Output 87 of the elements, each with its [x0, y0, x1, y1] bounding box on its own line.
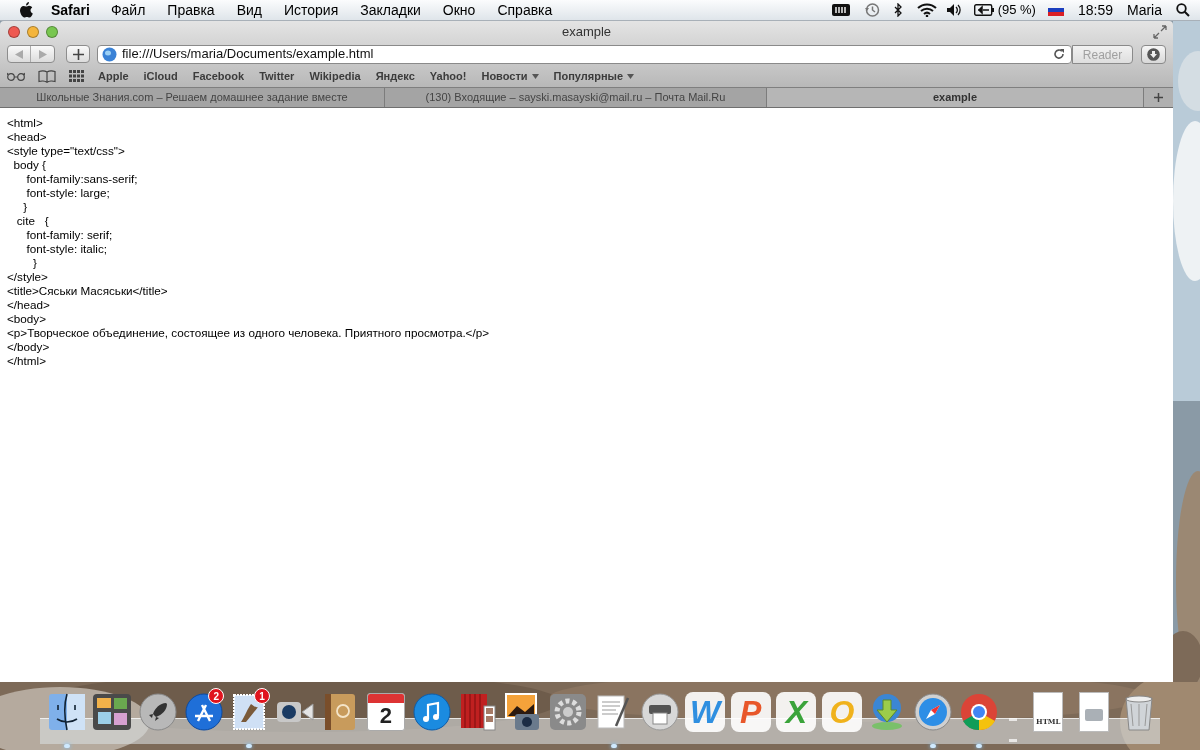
code-line: </html>: [7, 354, 46, 368]
zoom-button[interactable]: [46, 26, 58, 38]
calendar-header: [367, 694, 404, 703]
gear-icon[interactable]: [548, 692, 589, 732]
forward-arrow-icon: [38, 49, 47, 59]
back-arrow-icon: [15, 49, 23, 59]
bookmark-link[interactable]: Wikipedia: [309, 67, 361, 85]
window-grid-icon[interactable]: [92, 692, 133, 732]
wifi-icon[interactable]: [916, 3, 937, 17]
music-note-icon[interactable]: [411, 692, 452, 732]
code-line: font-style: large;: [25, 186, 110, 200]
file-icon[interactable]: [1078, 692, 1109, 732]
caret-icon: [627, 73, 635, 79]
code-line: body {: [12, 158, 46, 172]
window-title: example: [561, 23, 612, 42]
code-line: font-style: italic;: [25, 242, 108, 256]
code-line: </head>: [7, 298, 50, 312]
top-sites-grid-icon[interactable]: [69, 70, 84, 82]
app-letter-icon[interactable]: P: [730, 692, 771, 732]
search-icon[interactable]: [1176, 3, 1190, 17]
bookmarks-book-icon[interactable]: [38, 69, 56, 83]
menu-item[interactable]: Закладки: [360, 0, 421, 21]
code-line: cite {: [15, 214, 49, 228]
browser-wheel-icon[interactable]: [958, 692, 999, 732]
close-button[interactable]: [8, 26, 20, 38]
tab[interactable]: (130) Входящие – sayski.masayski@mail.ru – Почта Mail.Ru: [385, 88, 767, 107]
globe-icon: [102, 46, 117, 62]
menu-item[interactable]: Окно: [442, 0, 476, 21]
code-line: </style>: [7, 270, 48, 284]
menu-item[interactable]: Справка: [497, 0, 553, 21]
bluetooth-icon[interactable]: [893, 3, 903, 17]
code-line: }: [22, 200, 28, 214]
menu-item[interactable]: История: [283, 0, 339, 21]
plus-icon: [1154, 93, 1163, 102]
tab[interactable]: Школьные Знания.com – Решаем домашнее задание вместе: [0, 88, 385, 107]
reload-icon[interactable]: [1053, 48, 1065, 60]
bookmark-link[interactable]: Яндекс: [375, 67, 415, 85]
menu-item[interactable]: Вид: [236, 0, 262, 21]
code-line: }: [31, 256, 37, 270]
bookmark-folder[interactable]: Популярные: [553, 67, 635, 85]
code-line: </body>: [7, 340, 50, 354]
code-line: <html>: [7, 116, 43, 130]
bookmark-link[interactable]: iCloud: [143, 67, 178, 85]
app-store-icon[interactable]: [183, 692, 224, 732]
app-menu[interactable]: Safari: [51, 0, 90, 21]
new-tab-button[interactable]: [1143, 88, 1173, 107]
clock-icon[interactable]: [863, 2, 880, 18]
clock[interactable]: 18:59: [1077, 0, 1113, 21]
address-text: file:///Users/maria/Documents/example.html: [122, 45, 374, 64]
code-line: <style type="text/css">: [7, 144, 125, 158]
address-field[interactable]: file:///Users/maria/Documents/example.html: [97, 44, 1072, 64]
caret-icon: [531, 73, 539, 79]
calendar-icon[interactable]: 2: [366, 693, 405, 731]
code-line: font-family:sans-serif;: [25, 172, 138, 186]
bookmark-link[interactable]: Apple: [98, 67, 129, 85]
code-line: <head>: [7, 130, 47, 144]
volume-icon[interactable]: [946, 4, 962, 16]
reading-list-icon[interactable]: [7, 71, 25, 81]
bookmark-link[interactable]: Yahoo!: [429, 67, 467, 85]
downloads-button[interactable]: [1141, 44, 1166, 64]
battery-icon[interactable]: [973, 4, 994, 16]
menu-item[interactable]: Правка: [167, 0, 215, 21]
code-line: <p>Творческое объединение, состоящее из одного человека. Приятного просмотра.</p>: [7, 326, 490, 340]
compass-icon[interactable]: [913, 692, 954, 732]
printer-icon[interactable]: [639, 692, 680, 732]
calendar-day: 2: [379, 703, 393, 729]
menu-item[interactable]: Файл: [110, 0, 146, 21]
dock-separator: [1009, 718, 1018, 742]
bookmark-link[interactable]: Facebook: [192, 67, 245, 85]
rocket-icon[interactable]: [138, 692, 178, 732]
code-line: <title>Сяськи Масяськи</title>: [7, 284, 168, 298]
bookmark-folder[interactable]: Новости: [481, 67, 539, 85]
minimize-button[interactable]: [27, 26, 39, 38]
battery-percentage[interactable]: (95 %): [997, 0, 1036, 20]
drive-drawing: [1084, 709, 1103, 721]
face-icon[interactable]: [46, 692, 87, 732]
plus-icon: [72, 48, 84, 60]
apple-logo-icon[interactable]: [18, 1, 34, 19]
fullscreen-icon[interactable]: [1153, 25, 1167, 39]
code-line: <body>: [7, 312, 46, 326]
download-arrow-icon: [1147, 47, 1160, 61]
code-line: font-family: serif;: [25, 228, 113, 242]
add-button[interactable]: [66, 45, 90, 63]
user-name[interactable]: Maria: [1127, 0, 1162, 21]
bookmark-link[interactable]: Twitter: [259, 67, 295, 85]
memory-meter-icon[interactable]: [831, 4, 850, 16]
tab[interactable]: example: [767, 88, 1143, 107]
